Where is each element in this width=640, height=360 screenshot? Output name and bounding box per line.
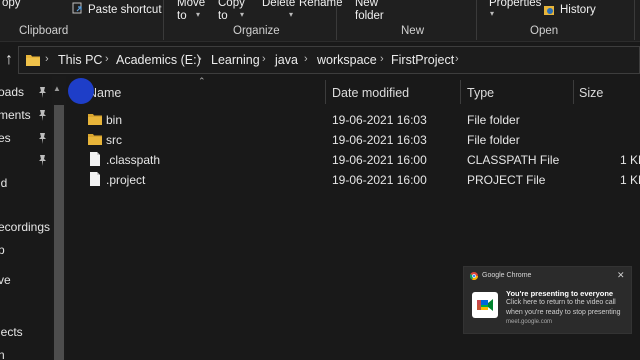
notification-app-name: Google Chrome (482, 272, 532, 279)
nav-item-id[interactable]: id (0, 176, 7, 190)
chevron-right-icon: › (262, 53, 266, 65)
nav-scrollbar-thumb[interactable] (54, 105, 64, 360)
nav-item-documents[interactable]: ments (0, 108, 31, 122)
file-row[interactable]: .classpath 19-06-2021 16:00 CLASSPATH Fi… (80, 149, 640, 169)
history-icon (544, 6, 554, 15)
file-row[interactable]: src 19-06-2021 16:03 File folder (80, 129, 640, 149)
ribbon-divider (163, 0, 164, 40)
notification-title: You're presenting to everyone (506, 289, 614, 298)
chevron-right-icon: › (105, 53, 109, 65)
history-button[interactable]: History (560, 4, 596, 17)
column-header-type[interactable]: Type (467, 86, 494, 108)
file-size: 1 KB (620, 153, 640, 167)
group-label-new: New (401, 25, 425, 37)
pin-icon (39, 110, 46, 121)
breadcrumb-java[interactable]: java (275, 53, 298, 67)
file-date: 19-06-2021 16:03 (332, 113, 427, 127)
up-arrow-icon[interactable]: ↑ (1, 51, 17, 69)
close-icon[interactable]: ✕ (617, 270, 625, 281)
pin-icon (39, 133, 46, 144)
paste-shortcut-button[interactable]: Paste shortcut (88, 4, 162, 17)
paste-shortcut-icon (72, 2, 82, 14)
ribbon-divider (476, 0, 477, 40)
chrome-icon (470, 272, 478, 280)
notification-body: Click here to return to the video call w… (506, 299, 621, 316)
group-label-clipboard: Clipboard (19, 25, 69, 37)
file-name[interactable]: .project (106, 173, 145, 187)
file-row[interactable]: bin 19-06-2021 16:03 File folder (80, 109, 640, 129)
chevron-down-icon: ▾ (490, 9, 495, 18)
breadcrumb-learning[interactable]: Learning (211, 53, 260, 67)
folder-icon (88, 114, 102, 125)
file-size: 1 KB (620, 173, 640, 187)
nav-item-pictures[interactable]: es (0, 131, 11, 145)
pin-icon (39, 155, 46, 166)
nav-item-downloads[interactable]: oads (0, 85, 24, 99)
group-label-open: Open (530, 25, 559, 37)
chevron-right-icon: › (455, 53, 459, 65)
chevron-right-icon: › (198, 53, 202, 65)
file-type: File folder (467, 133, 520, 147)
ribbon: opy Paste shortcut Move to ▾ Copy to ▾ D… (0, 0, 640, 42)
file-icon (90, 152, 100, 166)
copy-button[interactable]: opy (2, 0, 21, 10)
google-meet-icon (472, 292, 498, 318)
sort-ascending-icon: ⌃ (198, 76, 206, 86)
chevron-down-icon: ▾ (240, 10, 245, 19)
address-bar[interactable]: › This PC › Academics (E:) › Learning › … (18, 46, 640, 74)
breadcrumb-firstproject[interactable]: FirstProject (391, 53, 454, 67)
file-icon (90, 172, 100, 186)
file-row[interactable]: .project 19-06-2021 16:00 PROJECT File 1… (80, 169, 640, 189)
ribbon-divider (634, 0, 635, 40)
nav-item-projects[interactable]: jects (0, 325, 23, 339)
chevron-down-icon: ▾ (289, 10, 294, 19)
cursor-highlight (68, 78, 94, 104)
nav-item-n[interactable]: n (0, 348, 5, 360)
column-header-date-modified[interactable]: Date modified (332, 86, 409, 108)
group-label-organize: Organize (233, 25, 280, 37)
scroll-up-arrow-icon[interactable]: ▲ (53, 84, 61, 93)
new-folder-button[interactable]: New folder (355, 0, 395, 23)
breadcrumb-drive[interactable]: Academics (E:) (116, 53, 201, 67)
pin-icon (39, 87, 46, 98)
file-type: CLASSPATH File (467, 153, 560, 167)
chevron-right-icon: › (380, 53, 384, 65)
chrome-notification[interactable]: Google Chrome ✕ You're presenting to eve… (463, 266, 632, 334)
properties-button[interactable]: Properties (489, 0, 541, 10)
breadcrumb-this-pc[interactable]: This PC (58, 53, 102, 67)
chevron-right-icon: › (45, 53, 49, 65)
column-divider[interactable] (460, 80, 461, 104)
file-date: 19-06-2021 16:03 (332, 133, 427, 147)
nav-item-drive[interactable]: ve (0, 273, 11, 287)
file-date: 19-06-2021 16:00 (332, 173, 427, 187)
ribbon-divider (336, 0, 337, 40)
file-name[interactable]: .classpath (106, 153, 160, 167)
column-divider[interactable] (325, 80, 326, 104)
column-divider[interactable] (573, 80, 574, 104)
column-header-size[interactable]: Size (579, 86, 603, 108)
chevron-down-icon: ▾ (196, 10, 201, 19)
file-name[interactable]: src (106, 133, 122, 147)
file-name[interactable]: bin (106, 113, 122, 127)
folder-icon (88, 134, 102, 145)
breadcrumb-workspace[interactable]: workspace (317, 53, 377, 67)
file-type: PROJECT File (467, 173, 546, 187)
file-date: 19-06-2021 16:00 (332, 153, 427, 167)
notification-source: meet.google.com (506, 319, 553, 325)
move-to-button[interactable]: Move to (177, 0, 207, 23)
nav-item-recordings[interactable]: ecordings (0, 220, 50, 234)
nav-item-p[interactable]: p (0, 243, 5, 257)
file-type: File folder (467, 113, 520, 127)
chevron-right-icon: › (304, 53, 308, 65)
folder-icon (26, 55, 40, 66)
